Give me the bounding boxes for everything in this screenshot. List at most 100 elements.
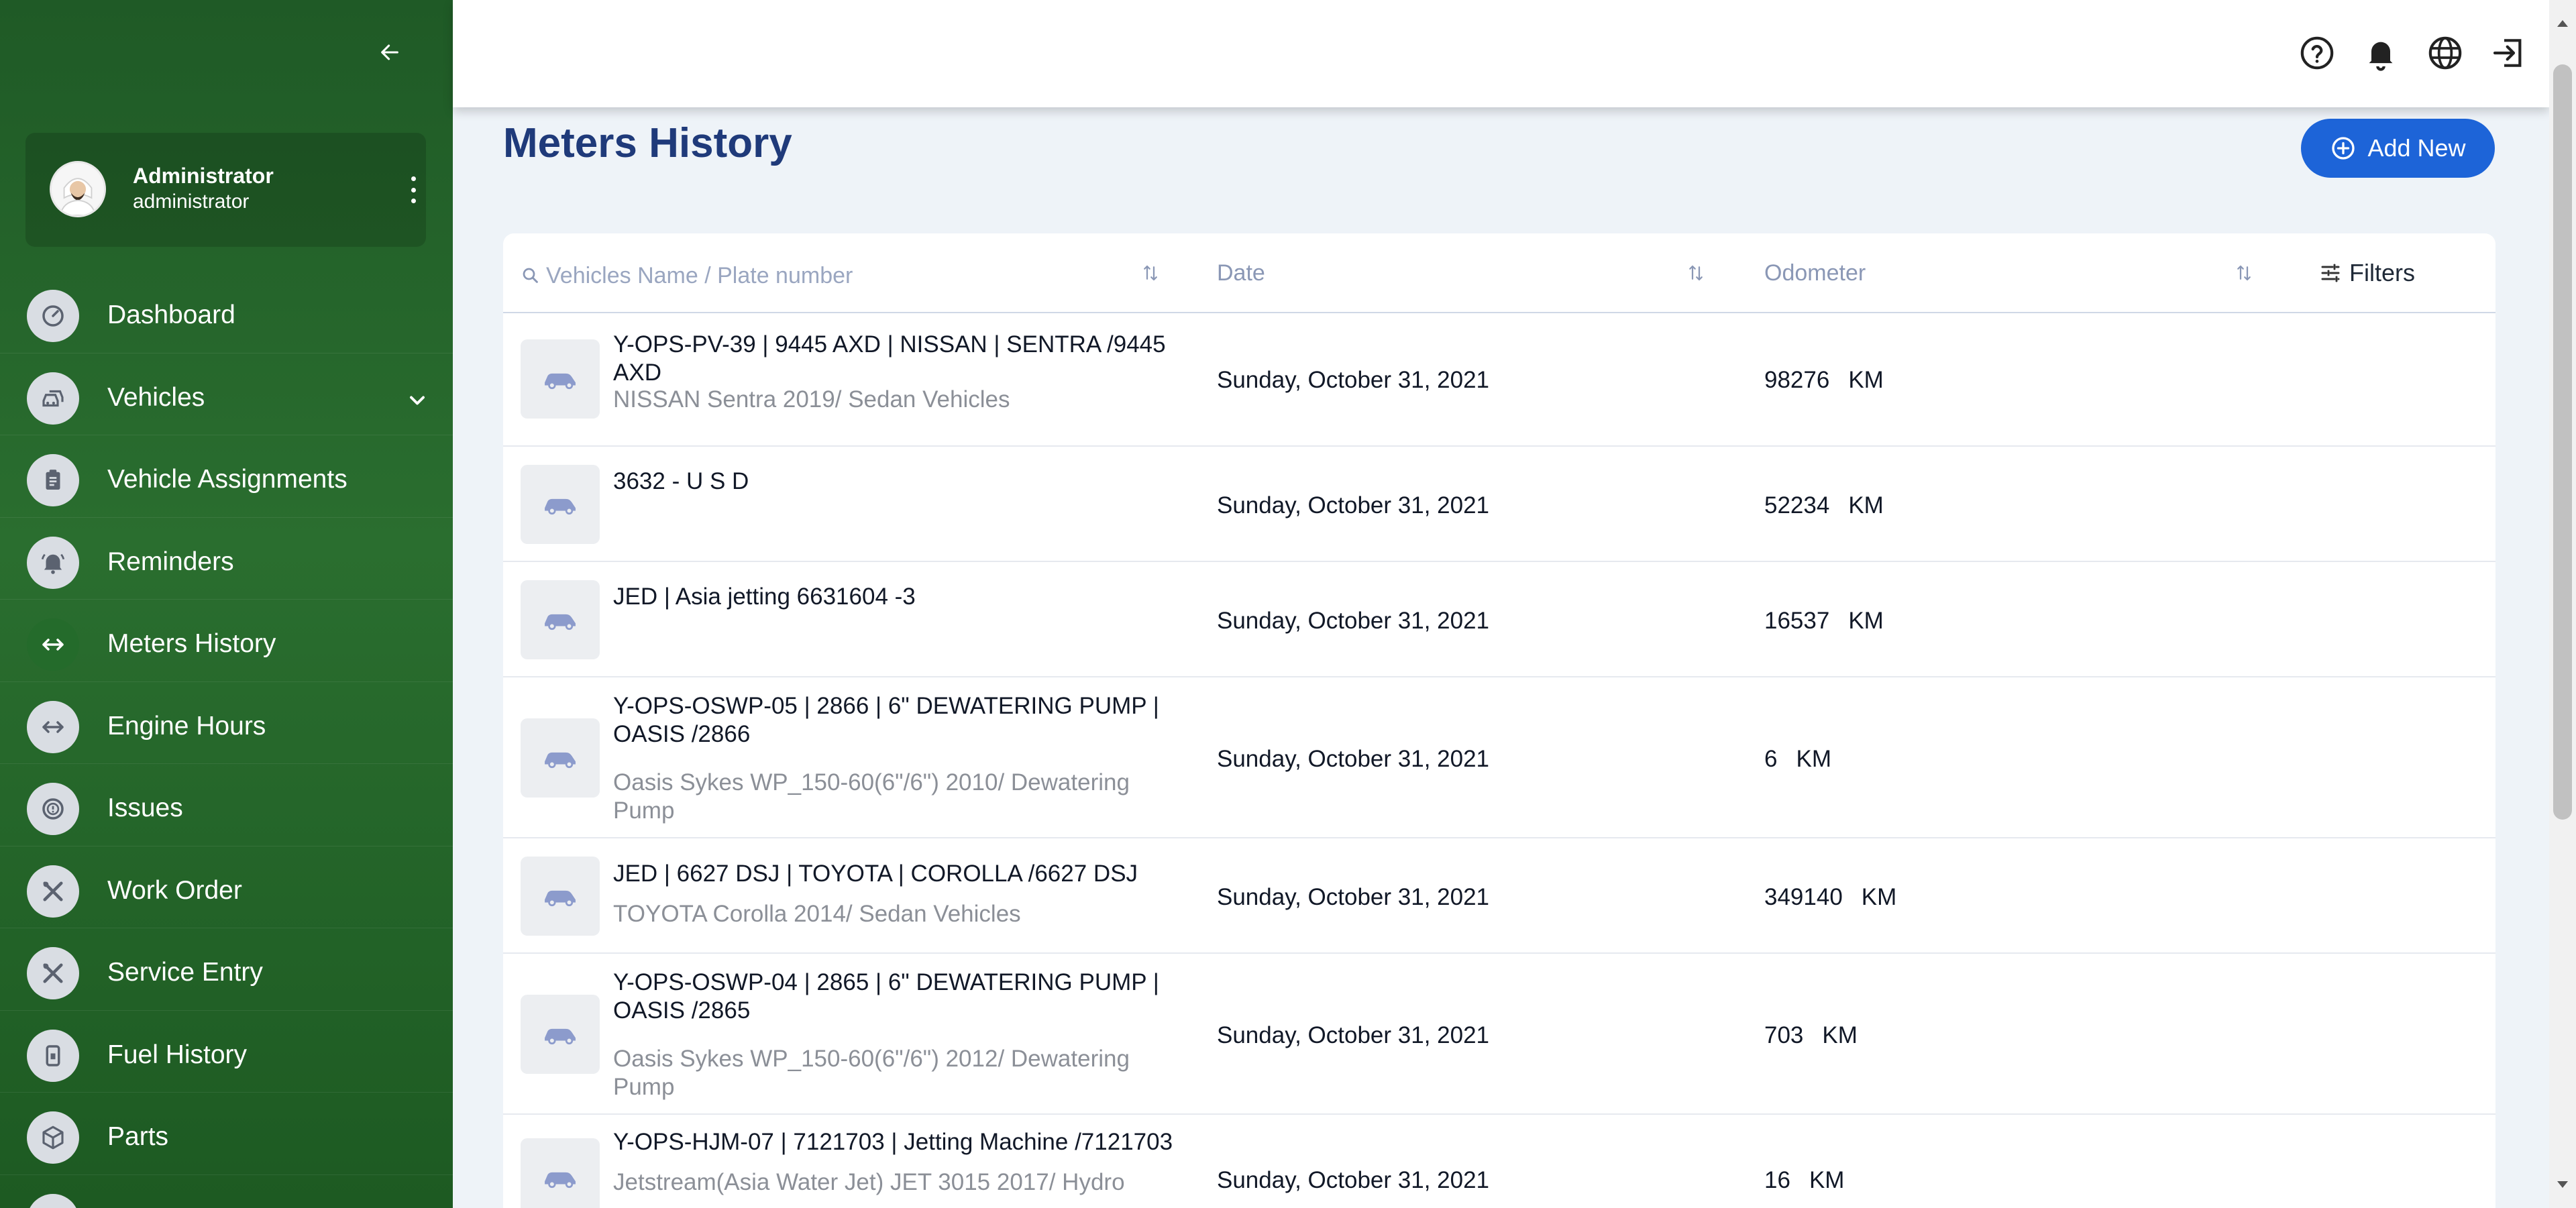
vehicle-thumbnail <box>521 1138 600 1208</box>
sidebar-item-label: Dashboard <box>107 300 235 329</box>
odometer-value: 703 KM <box>1764 1022 1858 1049</box>
vehicle-name: Y-OPS-PV-39 | 9445 AXD | NISSAN | SENTRA… <box>613 331 1166 386</box>
scroll-down-arrow[interactable] <box>2557 1181 2568 1188</box>
sort-icon[interactable] <box>1686 263 1706 283</box>
sidebar-item-meters-history[interactable]: Meters History <box>0 600 453 682</box>
column-header-odometer[interactable]: Odometer <box>1764 260 1866 286</box>
sidebar-item-label: Work Order <box>107 875 242 905</box>
vehicle-thumbnail <box>521 339 600 419</box>
notification-bell-icon <box>2369 42 2393 71</box>
car-icon <box>545 890 576 907</box>
reading-date: Sunday, October 31, 2021 <box>1217 884 1490 910</box>
sidebar-item-work-order[interactable]: Work Order <box>0 846 453 928</box>
sidebar-item-label: Issues <box>107 793 183 822</box>
reading-date: Sunday, October 31, 2021 <box>1217 746 1490 772</box>
vehicle-thumbnail <box>521 465 600 544</box>
top-header <box>453 0 2549 107</box>
user-role: administrator <box>133 190 250 213</box>
alert-circle-icon <box>42 798 64 820</box>
sidebar-item-issues[interactable]: Issues <box>0 764 453 846</box>
sidebar-item-more[interactable] <box>0 1175 453 1208</box>
sidebar-item-label: Meters History <box>107 629 276 658</box>
odometer-unit: KM <box>1861 884 1897 910</box>
table-row[interactable]: Y-OPS-OSWP-05 | 2866 | 6" DEWATERING PUM… <box>503 677 2496 838</box>
arrow-left-icon <box>381 44 398 60</box>
add-new-label: Add New <box>2367 134 2466 162</box>
logout-icon <box>2493 39 2522 67</box>
add-new-button[interactable]: Add New <box>2301 119 2495 178</box>
table-header: Date Odometer Filters <box>503 233 2496 313</box>
user-menu-button[interactable] <box>407 176 420 203</box>
search-input[interactable] <box>546 259 922 292</box>
vehicle-name: JED | 6627 DSJ | TOYOTA | COROLLA /6627 … <box>613 861 1138 887</box>
odometer-reading: 98276 <box>1764 367 1830 393</box>
sidebar-item-engine-hours[interactable]: Engine Hours <box>0 682 453 764</box>
table-row[interactable]: JED | Asia jetting 6631604 -3 Sunday, Oc… <box>503 562 2496 677</box>
vehicle-model: NISSAN Sentra 2019/ Sedan Vehicles <box>613 386 1010 413</box>
sidebar-item-service-entry[interactable]: Service Entry <box>0 928 453 1011</box>
car-icon <box>545 1028 576 1045</box>
odometer-unit: KM <box>1848 492 1884 518</box>
vehicle-name: Y-OPS-OSWP-05 | 2866 | 6" DEWATERING PUM… <box>613 693 1159 747</box>
odometer-reading: 52234 <box>1764 492 1830 518</box>
notifications-button[interactable] <box>2360 32 2402 74</box>
scroll-thumb[interactable] <box>2553 64 2572 820</box>
table-row[interactable]: Y-OPS-HJM-07 | 7121703 | Jetting Machine… <box>503 1115 2496 1208</box>
car-icon <box>545 373 576 390</box>
filters-button[interactable]: Filters <box>2318 258 2415 288</box>
car-icon <box>545 498 576 515</box>
sidebar-item-reminders[interactable]: Reminders <box>0 518 453 600</box>
column-header-date[interactable]: Date <box>1217 260 1265 286</box>
help-button[interactable] <box>2296 32 2338 74</box>
table-row[interactable]: JED | 6627 DSJ | TOYOTA | COROLLA /6627 … <box>503 838 2496 954</box>
odometer-reading: 703 <box>1764 1022 1804 1048</box>
avatar-icon <box>52 163 104 215</box>
odometer-unit: KM <box>1848 608 1884 634</box>
clipboard-icon <box>46 470 60 490</box>
sort-icon[interactable] <box>1140 263 1161 283</box>
language-button[interactable] <box>2424 32 2466 74</box>
avatar <box>50 161 106 217</box>
tools-icon <box>43 963 63 983</box>
odometer-value: 52234 KM <box>1764 492 1884 519</box>
sort-icon[interactable] <box>2234 263 2254 283</box>
table-row[interactable]: Y-OPS-OSWP-04 | 2865 | 6" DEWATERING PUM… <box>503 954 2496 1115</box>
speedometer-icon <box>42 305 64 327</box>
odometer-value: 16537 KM <box>1764 608 1884 635</box>
sidebar-item-fuel-history[interactable]: Fuel History <box>0 1011 453 1093</box>
chevron-down-icon[interactable] <box>405 388 429 413</box>
search-icon <box>523 268 538 283</box>
vehicle-name: 3632 - U S D <box>613 468 749 494</box>
table-row[interactable]: 3632 - U S D Sunday, October 31, 2021 52… <box>503 447 2496 562</box>
collapse-sidebar-button[interactable] <box>373 39 407 66</box>
vehicles-icon <box>42 390 64 406</box>
sidebar-item-parts[interactable]: Parts <box>0 1093 453 1175</box>
odometer-unit: KM <box>1796 746 1831 772</box>
table-row[interactable]: Y-OPS-PV-39 | 9445 AXD | NISSAN | SENTRA… <box>503 313 2496 447</box>
filters-label: Filters <box>2349 259 2415 286</box>
odometer-reading: 349140 <box>1764 884 1843 910</box>
plus-circle-icon <box>2332 137 2355 160</box>
sidebar-item-label: Vehicles <box>107 382 205 412</box>
sidebar-item-vehicles[interactable]: Vehicles <box>0 353 453 435</box>
sidebar-item-dashboard[interactable]: Dashboard <box>0 271 453 353</box>
scroll-up-arrow[interactable] <box>2557 20 2568 27</box>
odometer-value: 98276 KM <box>1764 367 1884 394</box>
page-scrollbar[interactable] <box>2549 0 2576 1208</box>
vehicle-name: Y-OPS-OSWP-04 | 2865 | 6" DEWATERING PUM… <box>613 969 1159 1024</box>
sidebar-item-vehicle-assignments[interactable]: Vehicle Assignments <box>0 435 453 518</box>
reading-date: Sunday, October 31, 2021 <box>1217 367 1490 393</box>
logout-button[interactable] <box>2488 32 2530 74</box>
sliders-icon <box>2321 264 2340 282</box>
fuel-icon <box>46 1044 60 1066</box>
vehicle-model: Jetstream(Asia Water Jet) JET 3015 2017/… <box>613 1169 1125 1195</box>
sidebar: Administrator administrator Dashboard Ve… <box>0 0 453 1208</box>
reading-date: Sunday, October 31, 2021 <box>1217 608 1490 634</box>
globe-icon <box>2428 36 2462 70</box>
sidebar-nav: Dashboard Vehicles Vehicle Assignments R… <box>0 271 453 1208</box>
odometer-value: 16 KM <box>1764 1167 1844 1194</box>
bell-ring-icon <box>41 553 65 574</box>
odometer-reading: 16537 <box>1764 608 1830 634</box>
vehicle-name: Y-OPS-HJM-07 | 7121703 | Jetting Machine… <box>613 1129 1173 1155</box>
sidebar-item-label: Engine Hours <box>107 711 266 740</box>
